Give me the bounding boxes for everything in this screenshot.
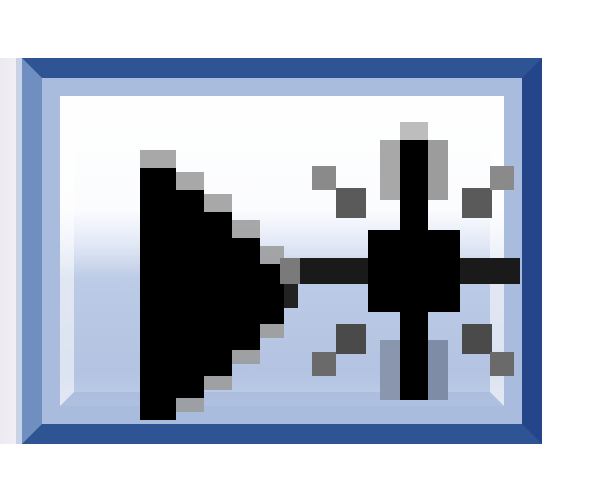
run-button[interactable]	[22, 58, 542, 444]
run-to-cursor-icon	[140, 122, 520, 420]
toolbar-edge	[0, 58, 22, 444]
zoomed-toolbar	[0, 0, 600, 484]
asterisk-icon	[280, 122, 520, 400]
